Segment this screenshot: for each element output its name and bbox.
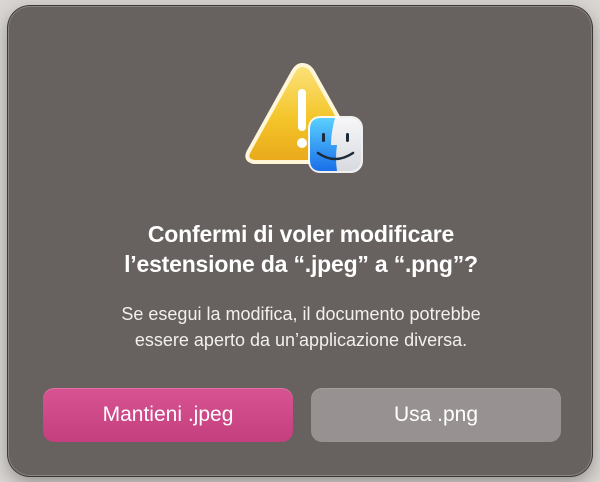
keep-jpeg-button-label: Mantieni .jpeg [102,403,234,426]
dialog-message-line-1: Se esegui la modifica, il documento potr… [121,304,481,324]
finder-icon [307,115,365,175]
change-extension-dialog: Confermi di voler modificare l’estension… [8,6,592,476]
dialog-message-line-2: essere aperto da un’applicazione diversa… [134,330,468,350]
dialog-title-line-1: Confermi di voler modificare [147,221,455,247]
dialog-title: Confermi di voler modificare l’estension… [29,219,573,279]
use-png-button[interactable]: Usa .png [311,388,561,442]
keep-jpeg-button[interactable]: Mantieni .jpeg [43,388,293,442]
dialog-message: Se esegui la modifica, il documento potr… [29,301,573,353]
dialog-title-line-2: l’estensione da “.jpeg” a “.png”? [124,251,478,277]
use-png-button-label: Usa .png [393,403,479,426]
